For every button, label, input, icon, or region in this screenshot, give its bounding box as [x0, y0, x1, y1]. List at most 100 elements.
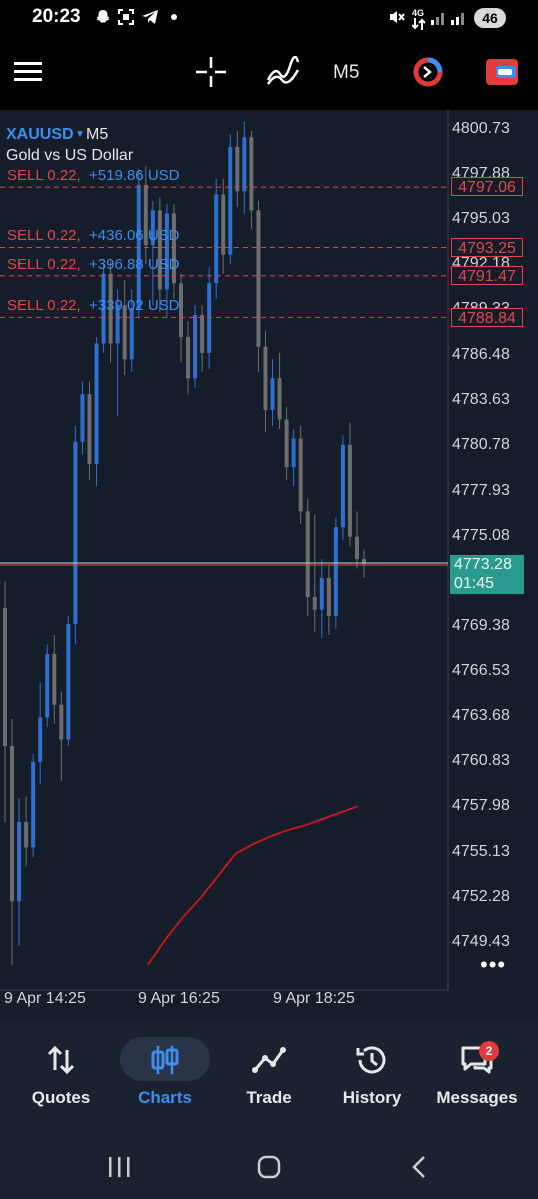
nav-history[interactable]: History	[322, 1030, 422, 1120]
order-profit: +436.06 USD	[89, 227, 180, 244]
trade-icon	[252, 1047, 286, 1073]
candle-body	[17, 822, 22, 902]
nav-charts[interactable]: Charts	[115, 1030, 215, 1120]
candle-body	[31, 761, 36, 848]
snapchat-icon	[96, 10, 110, 23]
order-type: SELL 0.22,	[7, 227, 81, 244]
charts-icon	[151, 1046, 179, 1074]
nav-messages[interactable]: Messages	[427, 1030, 527, 1120]
candle-body	[94, 343, 99, 464]
signal-icon-2	[451, 13, 464, 25]
candle-body	[263, 346, 268, 410]
price-tick: 4749.43	[452, 933, 510, 950]
candle-body	[73, 441, 78, 624]
status-time: 20:23	[32, 6, 81, 27]
time-tick: 9 Apr 18:25	[273, 990, 355, 1007]
candle-body	[242, 137, 247, 192]
price-tick: 4752.28	[452, 888, 510, 905]
candle-body	[291, 438, 296, 468]
moving-average-line	[147, 805, 359, 966]
messages-badge: 2	[479, 1041, 499, 1061]
current-price: 4773.28	[454, 556, 512, 573]
candle-body	[284, 419, 289, 468]
candle-body	[38, 717, 43, 762]
candle-body	[45, 654, 50, 718]
candle-body	[298, 438, 303, 512]
price-tick: 4786.48	[452, 346, 510, 363]
candle-body	[157, 210, 162, 290]
time-tick: 9 Apr 16:25	[138, 990, 220, 1007]
nav-quotes[interactable]: Quotes	[11, 1030, 111, 1120]
timeframe-button[interactable]: M5	[333, 62, 359, 84]
price-tick: 4775.08	[452, 527, 510, 544]
data-icon	[412, 18, 426, 30]
nav-label: History	[342, 1088, 402, 1107]
candle-body	[355, 536, 359, 559]
candle-body	[214, 194, 219, 284]
order-label[interactable]: SELL 0.22, +396.88 USD	[7, 256, 180, 273]
candle-body	[24, 822, 29, 848]
order-type: SELL 0.22,	[7, 256, 81, 273]
candle-body	[129, 308, 134, 360]
nav-label: Trade	[246, 1088, 292, 1107]
indicators-icon[interactable]	[266, 56, 300, 88]
mute-icon	[390, 11, 405, 23]
order-type: SELL 0.22,	[7, 297, 81, 314]
chevron-down-icon[interactable]: ▼	[75, 129, 85, 140]
price-tick: 4800.73	[452, 120, 510, 137]
candle-body	[347, 444, 352, 537]
candle-body	[3, 608, 7, 746]
order-price-tag: 4788.84	[451, 308, 523, 327]
telegram-icon	[142, 10, 158, 24]
order-profit: +519.86 USD	[89, 167, 180, 184]
candle-body	[305, 511, 310, 597]
candle-body	[340, 444, 345, 528]
time-tick: 9 Apr 14:25	[4, 990, 86, 1007]
candle-body	[326, 577, 331, 617]
history-icon	[356, 1046, 386, 1074]
candle-body	[66, 623, 71, 740]
price-tick: 4769.38	[452, 617, 510, 634]
price-tick: 4763.68	[452, 707, 510, 724]
order-profit: +339.02 USD	[89, 297, 180, 314]
bar-countdown: 01:45	[454, 575, 495, 592]
order-label[interactable]: SELL 0.22, +519.86 USD	[7, 167, 180, 184]
dot-icon	[171, 14, 177, 20]
candle-body	[200, 314, 205, 353]
network-type: 4G	[412, 8, 425, 18]
price-tick: 4783.63	[452, 391, 510, 408]
home-icon[interactable]	[256, 1154, 282, 1180]
candle-body	[136, 184, 141, 309]
price-tick: 4780.78	[452, 436, 510, 453]
price-tick: 4766.53	[452, 662, 510, 679]
chart-timeframe: M5	[86, 126, 109, 143]
candle-body	[256, 210, 261, 347]
one-click-trading-icon[interactable]	[486, 59, 518, 85]
order-label[interactable]: SELL 0.22, +436.06 USD	[7, 227, 180, 244]
candle-body	[312, 596, 317, 610]
candle-body	[333, 527, 338, 617]
price-tick: 4755.13	[452, 843, 510, 860]
order-price-tag: 4793.25	[451, 238, 523, 257]
symbol-button[interactable]: XAUUSD	[6, 126, 74, 144]
candle-body	[270, 378, 275, 410]
back-icon[interactable]	[408, 1154, 430, 1180]
price-tick: 4795.03	[452, 210, 510, 227]
order-label[interactable]: SELL 0.22, +339.02 USD	[7, 297, 180, 314]
nav-label: Quotes	[31, 1088, 91, 1107]
candle-body	[249, 137, 254, 211]
current-price-tag: 4773.28 01:45	[450, 555, 524, 594]
more-options-icon[interactable]: •••	[480, 952, 506, 978]
candle-body	[186, 337, 191, 379]
crosshair-icon[interactable]	[196, 57, 226, 87]
candle-body	[228, 146, 233, 255]
menu-icon[interactable]	[14, 60, 42, 84]
candle-body	[80, 394, 85, 442]
candle-body	[10, 745, 15, 902]
nav-trade[interactable]: Trade	[219, 1030, 319, 1120]
quotes-icon	[47, 1045, 75, 1075]
trade-signal-icon[interactable]	[413, 57, 443, 87]
recent-apps-icon[interactable]	[106, 1155, 132, 1179]
order-price-tag: 4791.47	[451, 266, 523, 285]
candle-body	[277, 378, 282, 420]
